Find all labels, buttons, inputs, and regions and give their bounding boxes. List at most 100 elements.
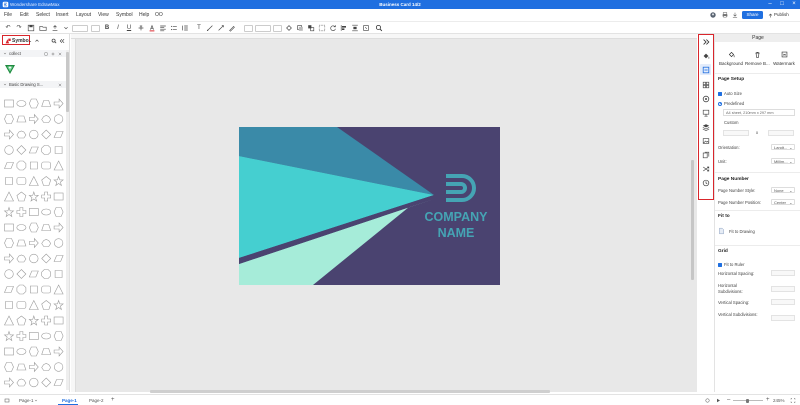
pages-icon[interactable] [702,151,710,159]
close-icon[interactable] [58,52,62,56]
shape-diamond[interactable] [16,269,27,279]
shape-trap[interactable] [41,224,52,231]
shape-ellipse[interactable] [41,208,52,216]
shape-trap[interactable] [41,348,52,355]
fill-bucket-icon[interactable] [702,52,710,60]
shuffle-icon[interactable] [702,165,710,173]
custom-height-input[interactable] [768,130,794,136]
shape-arrow[interactable] [28,113,39,125]
shape-star[interactable] [53,299,64,311]
shape-oct[interactable] [16,160,27,171]
shape-arrow[interactable] [4,377,14,388]
image-icon[interactable] [702,137,710,145]
shape-star[interactable] [53,175,64,187]
watermark-button[interactable]: Watermark [772,51,796,66]
menu-view[interactable]: View [98,12,109,18]
shape-tri[interactable] [53,160,64,171]
export-icon[interactable] [51,24,59,32]
canvas-horizontal-scrollbar[interactable] [150,390,550,393]
symbols-tab[interactable]: Symbo.. [2,35,31,45]
shape-tri[interactable] [28,299,39,310]
fit-to-ruler-checkbox[interactable] [718,262,722,267]
background-button[interactable]: Background [719,51,743,66]
horizontal-spacing-input[interactable] [771,270,795,276]
shape-cloud[interactable] [16,254,27,263]
shape-trap[interactable] [16,239,27,247]
shape-rect[interactable] [4,347,14,356]
company-name-line1[interactable]: COMPANY [425,210,489,224]
shape-rrect[interactable] [41,161,52,170]
page-setup-icon[interactable] [702,66,710,74]
shape-ellipse[interactable] [16,224,27,231]
shape-tri[interactable] [4,315,14,326]
chevron-up-icon[interactable] [34,38,40,43]
shape-hex[interactable] [53,207,64,217]
shape-cross[interactable] [41,191,52,202]
shape-para[interactable] [28,270,39,278]
close-icon[interactable] [58,83,62,87]
search-icon[interactable] [375,24,383,32]
chevron-down-icon[interactable] [62,24,70,32]
library-scrollbar[interactable] [66,50,69,390]
focus-icon[interactable] [705,398,710,403]
shape-diamond[interactable] [41,377,52,388]
page-selector[interactable]: Page-1 [19,398,34,403]
shape-oct[interactable] [16,284,27,295]
history-icon[interactable] [702,179,710,187]
shape-cloud[interactable] [16,378,27,387]
print-icon[interactable] [722,12,728,18]
shape-hex[interactable] [28,98,39,109]
shape-arrow[interactable] [28,237,39,249]
shape-star[interactable] [3,206,15,218]
zoom-out-button[interactable]: – [727,397,730,403]
menu-select[interactable]: Select [36,12,50,18]
maximize-button[interactable]: □ [776,0,788,9]
fit-page-icon[interactable] [790,398,796,403]
shape-tri[interactable] [4,191,14,202]
shape-cyl[interactable] [5,301,13,309]
shape-cyl[interactable] [29,285,38,294]
shape-pent[interactable] [41,300,52,310]
zoom-in-button[interactable]: + [766,397,770,403]
download-icon[interactable] [732,12,738,18]
menu-symbol[interactable]: Symbol [116,12,133,18]
open-folder-icon[interactable] [39,24,47,32]
group-icon[interactable] [318,24,326,32]
fit-to-drawing-button[interactable]: Fit to Drawing [718,226,778,236]
predefined-radio[interactable] [718,101,722,106]
shape-arrow[interactable] [4,129,14,140]
shape-rect[interactable] [28,208,39,216]
size-icon[interactable] [362,24,370,32]
collected-logo-symbol[interactable] [4,64,16,75]
undo-icon[interactable]: ↶ [4,24,12,32]
shape-hex[interactable] [4,114,14,124]
redo-icon[interactable]: ↷ [15,24,23,32]
shape-cyl[interactable] [29,161,38,170]
share-button[interactable]: Share [742,11,763,19]
shape-hex[interactable] [4,238,14,248]
collapse-panel-icon[interactable] [59,38,65,44]
vertical-spacing-input[interactable] [771,299,795,305]
page-layout-icon[interactable] [4,398,10,403]
shape-diamond[interactable] [41,129,52,140]
avatar[interactable] [710,12,716,18]
remove-background-button[interactable]: Remove B... [745,51,770,66]
add-page-button[interactable]: + [111,397,115,403]
shape-pent[interactable] [16,315,27,326]
basic-drawing-shapes-header[interactable]: Basic Drawing S... [0,81,66,88]
shape-diamond[interactable] [16,145,27,155]
location-pin-icon[interactable] [702,95,710,103]
shape-hex[interactable] [28,222,39,233]
rotate-icon[interactable] [329,24,337,32]
font-color-icon[interactable] [148,24,156,32]
fill-icon[interactable] [285,24,293,32]
font-size-select[interactable] [91,24,100,32]
shape-circle[interactable] [29,253,39,264]
shadow-icon[interactable] [296,24,304,32]
line-spacing-icon[interactable] [181,24,189,32]
shape-ellipse[interactable] [41,332,52,340]
library-search-icon[interactable] [51,38,57,44]
text-tool-icon[interactable]: T [195,24,203,32]
shape-para[interactable] [4,162,14,169]
arrange-icon[interactable] [307,24,315,32]
